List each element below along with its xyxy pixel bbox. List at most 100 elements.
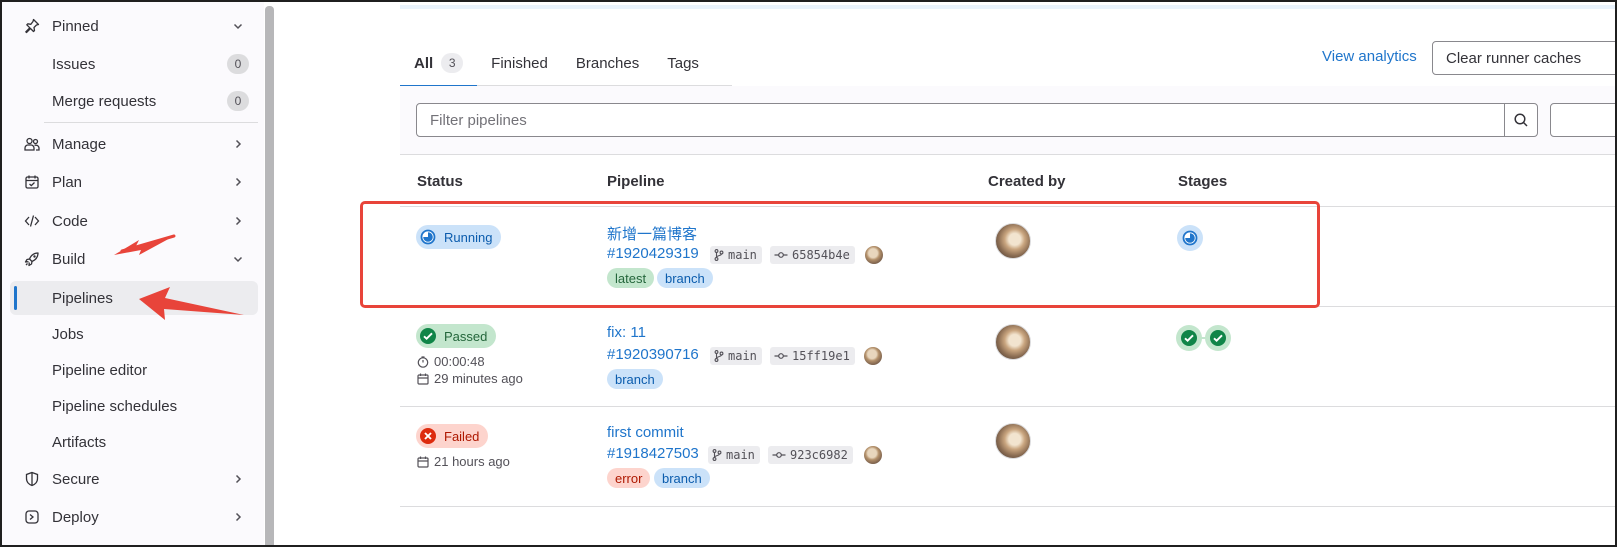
- sidebar-item-code[interactable]: Code: [10, 204, 258, 238]
- active-indicator: [14, 286, 17, 310]
- sidebar-item-label: Pipelines: [52, 289, 113, 307]
- sort-dropdown[interactable]: [1550, 103, 1615, 137]
- pipeline-id-link[interactable]: #1918427503: [607, 445, 699, 462]
- sidebar-item-label: Plan: [52, 173, 83, 191]
- stage-passed-button[interactable]: [1176, 325, 1202, 351]
- chevron-right-icon: [230, 473, 246, 485]
- row-divider: [400, 506, 1615, 507]
- search-button[interactable]: [1504, 103, 1538, 137]
- column-header-stages: Stages: [1178, 173, 1228, 190]
- sidebar-item-label: Code: [52, 212, 88, 230]
- sidebar-item-pinned[interactable]: Pinned: [10, 9, 258, 43]
- chevron-down-icon: [230, 20, 246, 32]
- status-label: Passed: [444, 328, 488, 344]
- commit-sha-chip[interactable]: 15ff19e1: [770, 347, 855, 365]
- top-alert-edge: [400, 5, 1615, 9]
- shield-icon: [20, 471, 44, 487]
- clear-runner-caches-button[interactable]: Clear runner caches: [1432, 41, 1615, 75]
- issues-count-badge: 0: [227, 54, 249, 74]
- finished-value: 29 minutes ago: [434, 371, 523, 386]
- sidebar-item-label: Pipeline schedules: [52, 397, 178, 415]
- sidebar-item-label: Jobs: [52, 325, 84, 343]
- sidebar-item-build[interactable]: Build: [10, 242, 258, 276]
- status-label: Failed: [444, 428, 480, 444]
- view-analytics-link[interactable]: View analytics: [1322, 48, 1417, 65]
- tab-branches[interactable]: Branches: [562, 40, 653, 86]
- merge-requests-count-badge: 0: [227, 91, 249, 111]
- pipeline-finished-time: 29 minutes ago: [417, 371, 523, 386]
- branch-icon: [712, 449, 722, 461]
- column-header-status: Status: [417, 173, 463, 190]
- screenshot-frame: Pinned Issues 0 Merge requests 0 Manage: [0, 0, 1617, 547]
- created-by-avatar[interactable]: [995, 324, 1031, 360]
- pipeline-finished-time: 21 hours ago: [417, 454, 510, 469]
- finished-value: 21 hours ago: [434, 454, 510, 469]
- sidebar-item-secure[interactable]: Secure: [10, 462, 258, 496]
- pipeline-commit-title[interactable]: first commit: [607, 424, 684, 441]
- sidebar-item-label: Secure: [52, 470, 100, 488]
- commit-sha-chip[interactable]: 923c6982: [768, 446, 853, 464]
- pipeline-commit-title[interactable]: fix: 11: [607, 324, 646, 341]
- status-badge-passed[interactable]: Passed: [416, 324, 497, 348]
- tab-label: Tags: [667, 54, 699, 72]
- tab-finished[interactable]: Finished: [477, 40, 562, 86]
- pipeline-id-link[interactable]: #1920390716: [607, 346, 699, 363]
- sidebar-item-plan[interactable]: Plan: [10, 165, 258, 199]
- created-by-avatar[interactable]: [995, 423, 1031, 459]
- status-passed-icon: [419, 327, 437, 345]
- sidebar-scrollbar[interactable]: [265, 6, 274, 545]
- branch-name: main: [726, 448, 755, 462]
- sidebar-item-label: Manage: [52, 135, 107, 153]
- status-passed-icon: [1181, 330, 1197, 346]
- tab-label: All: [414, 54, 434, 72]
- tag-branch: branch: [654, 468, 710, 488]
- commit-author-avatar[interactable]: [864, 446, 882, 464]
- column-header-pipeline: Pipeline: [607, 173, 665, 190]
- tab-label: Finished: [491, 54, 548, 72]
- branch-ref-chip[interactable]: main: [708, 446, 760, 464]
- chevron-right-icon: [230, 176, 246, 188]
- sidebar-item-manage[interactable]: Manage: [10, 127, 258, 161]
- sidebar-item-pipelines[interactable]: Pipelines: [10, 281, 258, 315]
- commit-sha: 923c6982: [790, 448, 848, 462]
- sidebar: Pinned Issues 0 Merge requests 0 Manage: [2, 2, 264, 545]
- duration-value: 00:00:48: [434, 354, 485, 369]
- rocket-icon: [20, 251, 44, 267]
- sidebar-item-label: Issues: [52, 55, 96, 73]
- column-header-created-by: Created by: [988, 173, 1066, 190]
- sidebar-item-deploy[interactable]: Deploy: [10, 500, 258, 534]
- tab-all[interactable]: All 3: [400, 40, 478, 87]
- chevron-right-icon: [230, 138, 246, 150]
- tab-tags[interactable]: Tags: [653, 40, 713, 86]
- deploy-icon: [20, 509, 44, 525]
- sidebar-item-jobs[interactable]: Jobs: [10, 317, 258, 351]
- sidebar-item-label: Artifacts: [52, 433, 107, 451]
- status-passed-icon: [1210, 330, 1226, 346]
- chevron-right-icon: [230, 511, 246, 523]
- branch-name: main: [728, 349, 757, 363]
- tag-error: error: [607, 468, 651, 488]
- status-failed-icon: [419, 427, 437, 445]
- branch-icon: [714, 350, 724, 362]
- sidebar-divider: [44, 122, 258, 123]
- tab-label: Branches: [575, 54, 640, 72]
- filter-pipelines-input[interactable]: Filter pipelines: [416, 103, 1506, 137]
- sidebar-item-pipeline-schedules[interactable]: Pipeline schedules: [10, 389, 258, 423]
- tag-branch: branch: [607, 369, 663, 389]
- commit-author-avatar[interactable]: [864, 347, 882, 365]
- stage-passed-button[interactable]: [1205, 325, 1231, 351]
- status-badge-failed[interactable]: Failed: [416, 424, 489, 448]
- pin-icon: [20, 18, 44, 34]
- chevron-right-icon: [230, 215, 246, 227]
- chevron-down-icon: [230, 253, 246, 265]
- sidebar-item-artifacts[interactable]: Artifacts: [10, 425, 258, 459]
- sidebar-item-label: Merge requests: [52, 92, 157, 110]
- pipeline-tabs: All 3 Finished Branches Tags: [400, 40, 732, 87]
- branch-ref-chip[interactable]: main: [710, 347, 762, 365]
- sidebar-item-pipeline-editor[interactable]: Pipeline editor: [10, 353, 258, 387]
- sidebar-item-label: Build: [52, 250, 86, 268]
- sidebar-item-merge-requests[interactable]: Merge requests 0: [10, 84, 258, 118]
- sidebar-item-issues[interactable]: Issues 0: [10, 47, 258, 81]
- calendar-icon: [20, 174, 44, 190]
- tab-count-badge: 3: [441, 53, 464, 73]
